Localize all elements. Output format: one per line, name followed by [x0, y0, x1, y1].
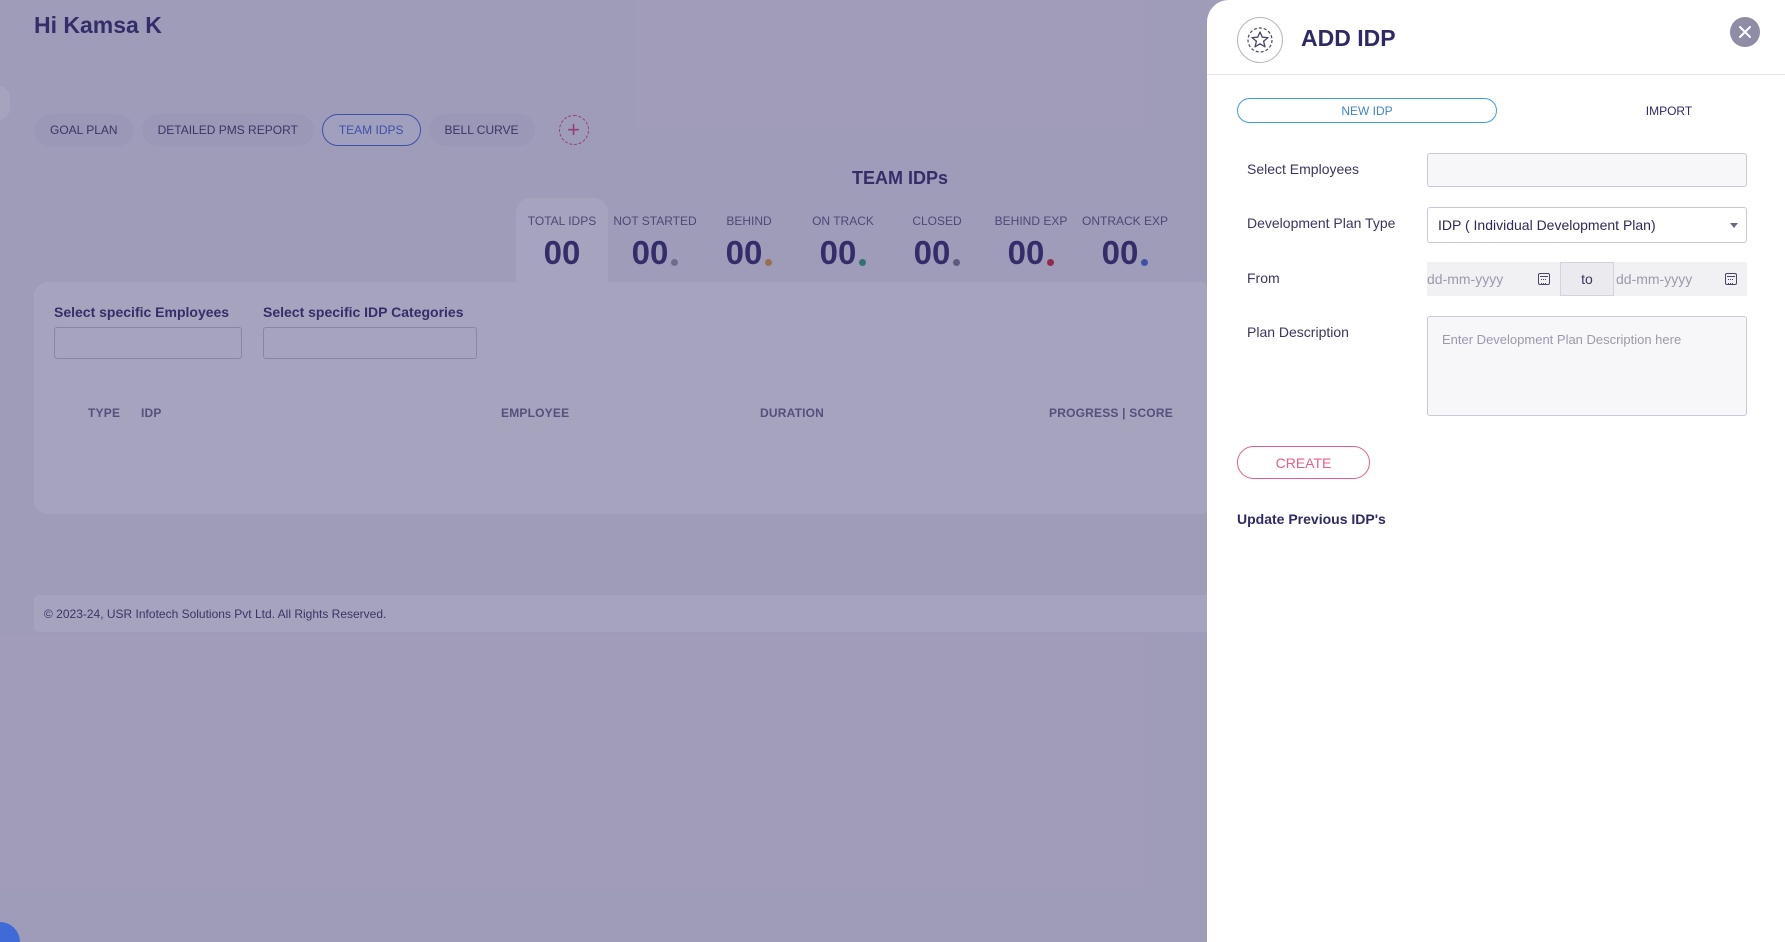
select-employees-label: Select Employees: [1247, 161, 1360, 177]
chevron-down-icon: [1730, 223, 1738, 228]
from-label: From: [1247, 270, 1280, 286]
from-date-input[interactable]: dd-mm-yyyy: [1427, 262, 1560, 296]
plan-type-select[interactable]: IDP ( Individual Development Plan): [1427, 207, 1747, 243]
calendar-icon[interactable]: [1538, 273, 1550, 285]
close-icon[interactable]: [1730, 17, 1760, 47]
plan-description-label: Plan Description: [1247, 324, 1349, 340]
star-badge-icon: [1237, 17, 1283, 63]
plan-type-label: Development Plan Type: [1247, 215, 1396, 231]
calendar-icon[interactable]: [1725, 273, 1737, 285]
to-date-input[interactable]: dd-mm-yyyy: [1614, 262, 1747, 296]
drawer-header: ADD IDP: [1207, 0, 1785, 75]
plan-type-value: IDP ( Individual Development Plan): [1438, 217, 1656, 233]
to-date-placeholder: dd-mm-yyyy: [1616, 271, 1693, 287]
add-idp-drawer: ADD IDP NEW IDP IMPORT Select Employees …: [1207, 0, 1785, 942]
tab-new-idp[interactable]: NEW IDP: [1237, 98, 1497, 123]
from-date-placeholder: dd-mm-yyyy: [1427, 271, 1504, 287]
plan-description-textarea[interactable]: Enter Development Plan Description here: [1427, 316, 1747, 416]
date-range-separator: to: [1560, 262, 1614, 296]
update-previous-idps-link[interactable]: Update Previous IDP's: [1237, 511, 1386, 527]
drawer-title: ADD IDP: [1301, 25, 1396, 51]
tab-import[interactable]: IMPORT: [1569, 98, 1769, 123]
select-employees-field[interactable]: [1427, 153, 1747, 187]
create-button[interactable]: CREATE: [1237, 446, 1370, 479]
